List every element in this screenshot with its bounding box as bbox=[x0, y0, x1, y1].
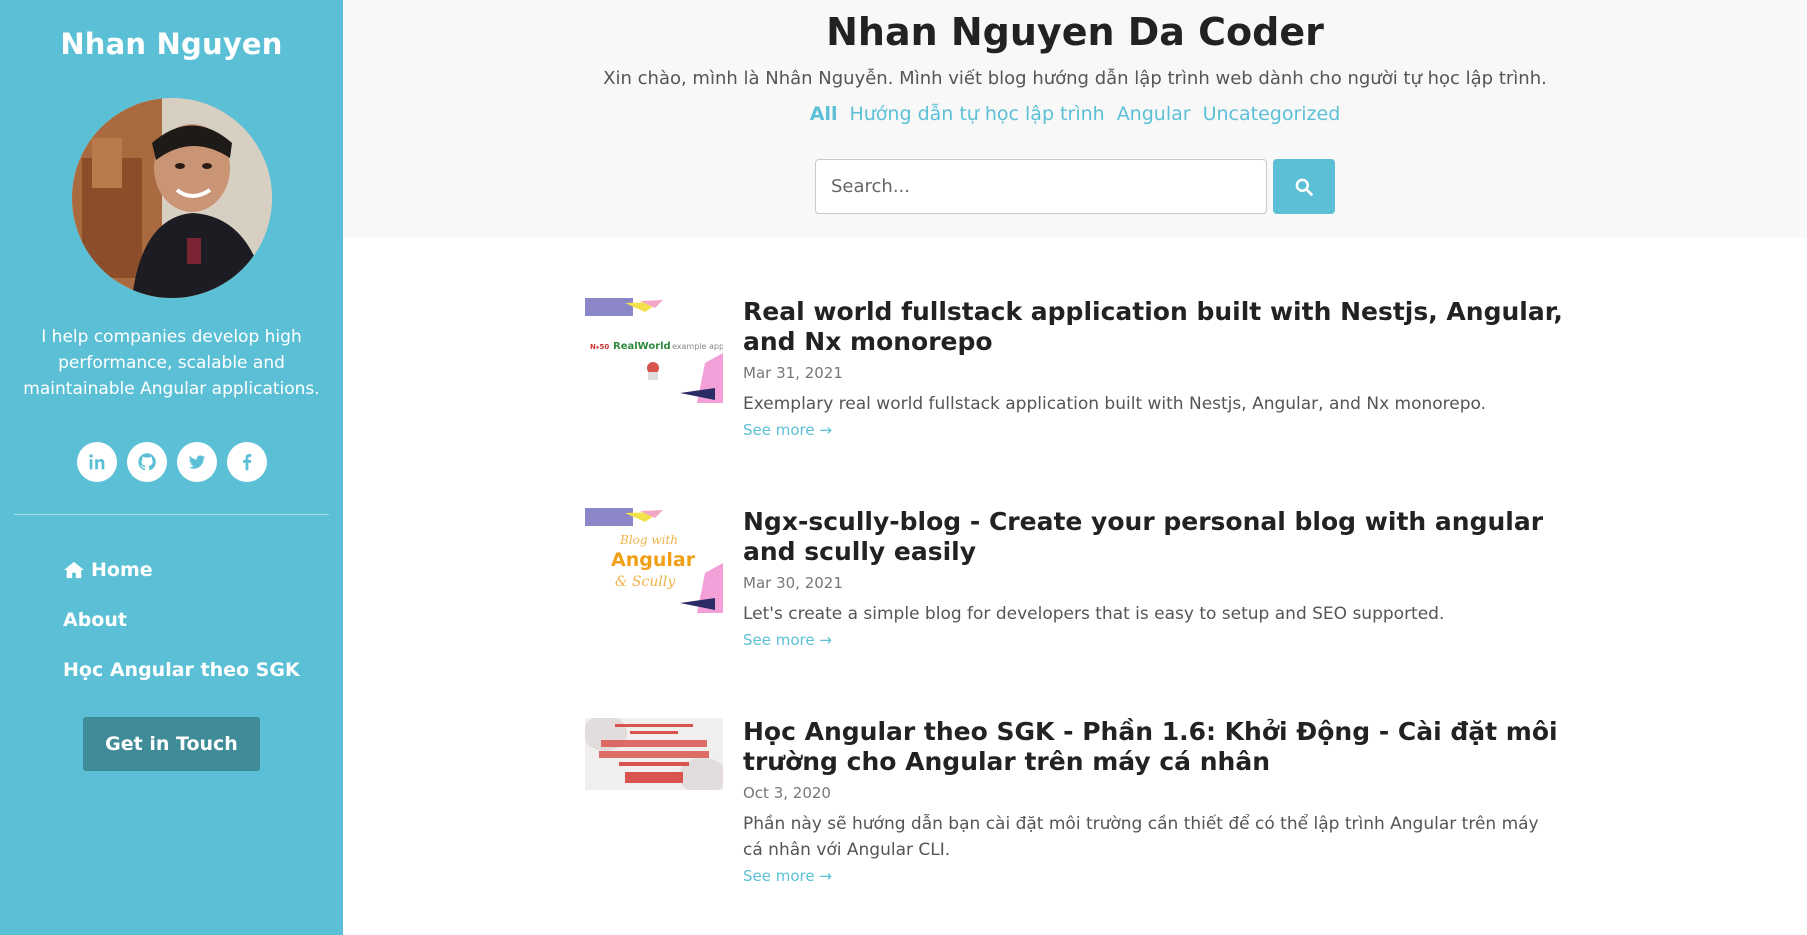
search-icon bbox=[1295, 178, 1313, 196]
search-button[interactable] bbox=[1273, 159, 1335, 214]
thumb-text: RealWorld bbox=[613, 341, 671, 352]
category-all[interactable]: All bbox=[810, 103, 838, 125]
nav-item-hoc-angular[interactable]: Học Angular theo SGK bbox=[63, 645, 343, 695]
search-bar bbox=[343, 159, 1807, 214]
post-item: Học Angular theo SGK - Phần 1.6: Khởi Độ… bbox=[585, 717, 1585, 887]
post-thumbnail[interactable]: Blog with Angular & Scully bbox=[585, 508, 723, 613]
svg-text:N⁎50: N⁎50 bbox=[590, 343, 609, 351]
page-header: Nhan Nguyen Da Coder Xin chào, mình là N… bbox=[343, 0, 1807, 238]
github-icon bbox=[137, 453, 156, 471]
post-date: Mar 31, 2021 bbox=[743, 364, 843, 382]
svg-text:Blog with: Blog with bbox=[619, 533, 678, 547]
category-uncategorized[interactable]: Uncategorized bbox=[1203, 103, 1341, 125]
thumb-text: Angular bbox=[611, 549, 696, 571]
nav-home-label: Home bbox=[91, 559, 153, 581]
social-links bbox=[0, 442, 343, 482]
category-filter: All Hướng dẫn tự học lập trình Angular U… bbox=[343, 103, 1807, 125]
avatar bbox=[71, 98, 272, 298]
site-title: Nhan Nguyen Da Coder bbox=[826, 10, 1324, 54]
twitter-icon bbox=[188, 455, 205, 469]
linkedin-icon bbox=[88, 454, 104, 470]
category-huong-dan[interactable]: Hướng dẫn tự học lập trình bbox=[849, 103, 1104, 125]
post-excerpt: Let's create a simple blog for developer… bbox=[743, 604, 1445, 624]
sidebar-tagline: I help companies develop high performanc… bbox=[23, 327, 320, 399]
post-title[interactable]: Ngx-scully-blog - Create your personal b… bbox=[743, 507, 1563, 567]
sidebar-nav: Home About Học Angular theo SGK bbox=[0, 545, 343, 695]
nav-item-about[interactable]: About bbox=[63, 595, 343, 645]
see-more-link[interactable]: See more → bbox=[743, 865, 832, 887]
sidebar-divider bbox=[14, 514, 329, 515]
nav-hoc-angular-label: Học Angular theo SGK bbox=[63, 659, 300, 681]
see-more-link[interactable]: See more → bbox=[743, 629, 832, 651]
post-excerpt: Phần này sẽ hướng dẫn bạn cài đặt môi tr… bbox=[743, 814, 1539, 860]
post-title[interactable]: Real world fullstack application built w… bbox=[743, 297, 1563, 357]
thumb-subtext: example app bbox=[672, 342, 723, 351]
sidebar: Nhan Nguyen I help companies develop hig… bbox=[0, 0, 343, 935]
post-item: Blog with Angular & Scully Ngx-scully-bl… bbox=[585, 507, 1585, 717]
post-list: N⁎50 RealWorld example app Real world fu… bbox=[585, 297, 1585, 887]
home-icon bbox=[63, 560, 85, 580]
post-excerpt: Exemplary real world fullstack applicati… bbox=[743, 394, 1487, 414]
search-input[interactable] bbox=[815, 159, 1267, 214]
nav-about-label: About bbox=[63, 609, 127, 631]
post-date: Oct 3, 2020 bbox=[743, 784, 831, 802]
linkedin-link[interactable] bbox=[76, 442, 117, 482]
post-title[interactable]: Học Angular theo SGK - Phần 1.6: Khởi Độ… bbox=[743, 717, 1563, 777]
site-description: Xin chào, mình là Nhân Nguyễn. Mình viết… bbox=[603, 68, 1547, 89]
post-thumbnail[interactable] bbox=[585, 718, 723, 790]
nav-item-home[interactable]: Home bbox=[63, 545, 343, 595]
facebook-link[interactable] bbox=[226, 442, 267, 482]
svg-text:& Scully: & Scully bbox=[615, 574, 676, 590]
github-link[interactable] bbox=[126, 442, 167, 482]
see-more-link[interactable]: See more → bbox=[743, 419, 832, 441]
get-in-touch-button[interactable]: Get in Touch bbox=[83, 717, 260, 771]
category-angular[interactable]: Angular bbox=[1117, 103, 1191, 125]
post-date: Mar 30, 2021 bbox=[743, 574, 843, 592]
post-item: N⁎50 RealWorld example app Real world fu… bbox=[585, 297, 1585, 507]
twitter-link[interactable] bbox=[176, 442, 217, 482]
facebook-icon bbox=[242, 454, 251, 471]
post-thumbnail[interactable]: N⁎50 RealWorld example app bbox=[585, 298, 723, 403]
site-brand[interactable]: Nhan Nguyen bbox=[0, 26, 343, 62]
